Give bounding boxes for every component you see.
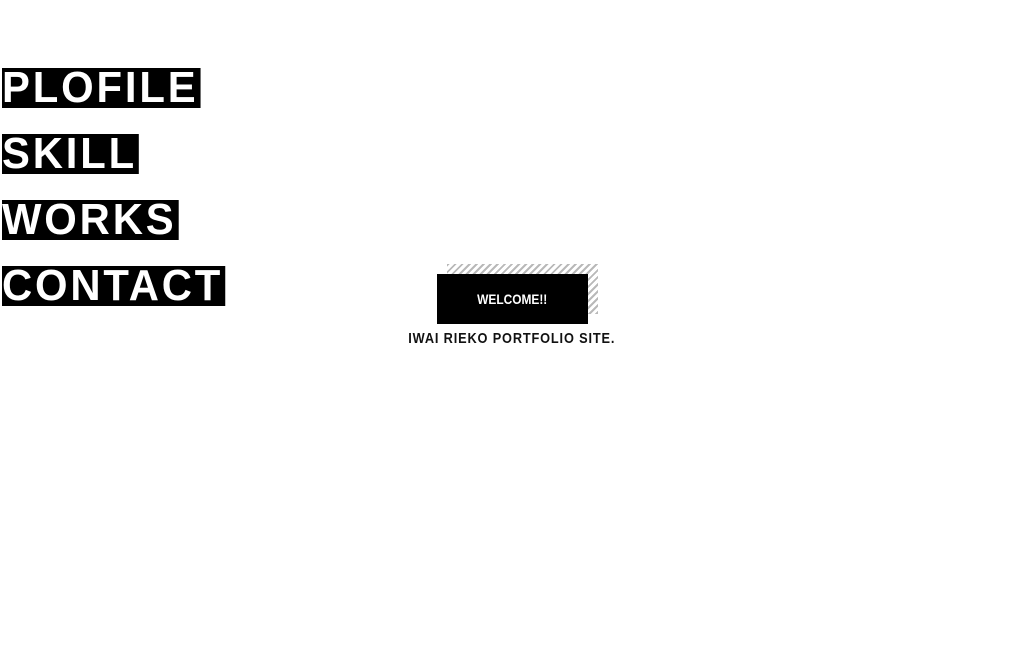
nav-item-profile: PLOFILE: [2, 66, 237, 134]
nav-link-skill[interactable]: SKILL: [2, 132, 139, 176]
page: PLOFILE SKILL WORKS CONTACT WELCOME!! IW…: [0, 0, 1024, 664]
site-subtitle-text: IWAI RIEKO PORTFOLIO SITE.: [408, 330, 616, 347]
nav-item-skill: SKILL: [2, 132, 237, 200]
nav-item-works: WORKS: [2, 198, 237, 266]
site-subtitle: IWAI RIEKO PORTFOLIO SITE.: [362, 330, 662, 347]
nav-link-profile[interactable]: PLOFILE: [2, 66, 201, 110]
main-nav: PLOFILE SKILL WORKS CONTACT: [2, 66, 237, 332]
nav-item-contact: CONTACT: [2, 264, 237, 332]
nav-link-contact[interactable]: CONTACT: [2, 264, 226, 308]
nav-link-works[interactable]: WORKS: [2, 198, 179, 242]
welcome-badge: WELCOME!!: [437, 264, 598, 324]
welcome-text: WELCOME!!: [477, 291, 548, 307]
welcome-box: WELCOME!!: [437, 274, 588, 324]
